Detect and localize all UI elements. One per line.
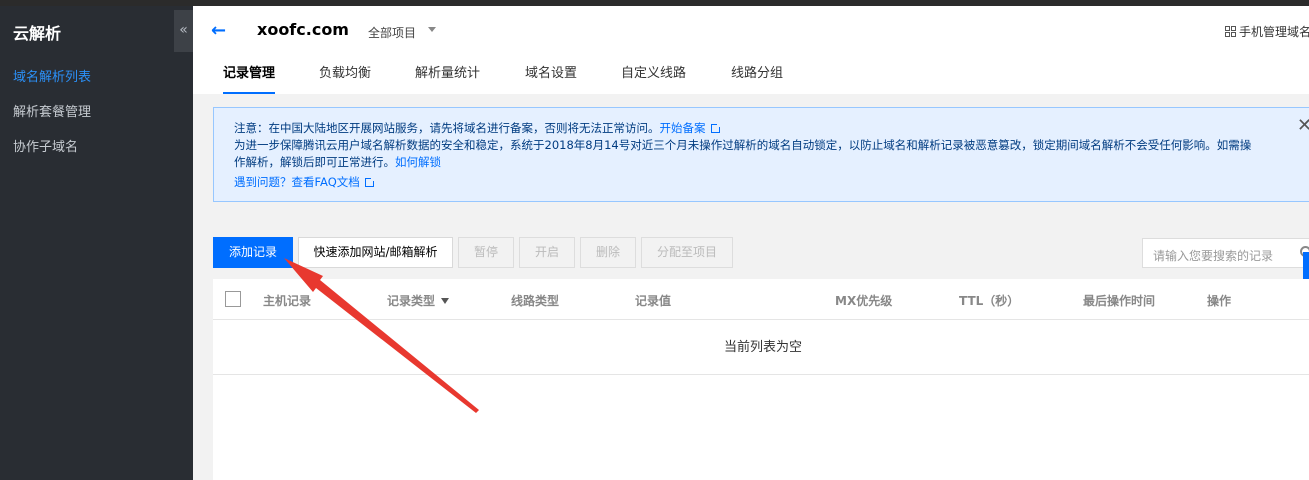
delete-button[interactable]: 删除 — [580, 237, 636, 268]
column-host-record: 主机记录 — [263, 294, 312, 308]
tab-line-groups[interactable]: 线路分组 — [731, 62, 783, 92]
tab-resolution-stats[interactable]: 解析量统计 — [415, 62, 480, 92]
column-mx-priority: MX优先级 — [835, 294, 893, 308]
notice-banner: 注意：在中国大陆地区开展网站服务，请先将域名进行备案，否则将无法正常访问。开始备… — [213, 107, 1309, 202]
column-record-value: 记录值 — [635, 294, 672, 308]
column-last-modified: 最后操作时间 — [1083, 294, 1156, 308]
search-input[interactable]: 请输入您要搜索的记录 — [1142, 238, 1309, 268]
records-table: 主机记录 记录类型 线路类型 记录值 MX优先级 TTL（秒） 最后操作时间 操… — [213, 279, 1309, 480]
notice-line-2: 为进一步保障腾讯云用户域名解析数据的安全和稳定，系统于2018年8月14号对近三… — [234, 138, 1252, 152]
sidebar-item-package-management[interactable]: 解析套餐管理 — [13, 101, 91, 120]
column-actions: 操作 — [1207, 294, 1232, 308]
tab-domain-settings[interactable]: 域名设置 — [525, 62, 577, 92]
page-header: ← xoofc.com 全部项目 手机管理域名 记录管理 负载均衡 解析量统计 … — [193, 6, 1309, 94]
column-record-type[interactable]: 记录类型 — [387, 292, 450, 309]
table-header: 主机记录 记录类型 线路类型 记录值 MX优先级 TTL（秒） 最后操作时间 操… — [213, 279, 1309, 320]
notice-text-icp: 注意：在中国大陆地区开展网站服务，请先将域名进行备案，否则将无法正常访问。 — [234, 121, 660, 135]
sidebar: 云解析 « 域名解析列表 解析套餐管理 协作子域名 — [0, 6, 193, 480]
select-all-checkbox[interactable] — [225, 291, 241, 307]
pause-button[interactable]: 暂停 — [458, 237, 514, 268]
start-filing-link[interactable]: 开始备案 — [660, 121, 706, 135]
project-select[interactable]: 全部项目 — [368, 24, 416, 41]
tab-record-management[interactable]: 记录管理 — [223, 62, 276, 94]
sidebar-title: 云解析 — [13, 24, 62, 43]
grid-icon — [1225, 26, 1236, 37]
add-record-button[interactable]: 添加记录 — [213, 237, 293, 268]
notice-line-1: 注意：在中国大陆地区开展网站服务，请先将域名进行备案，否则将无法正常访问。开始备… — [234, 120, 721, 136]
notice-text-unlock: 作解析，解锁后即可正常进行。 — [234, 155, 395, 169]
chevron-down-icon[interactable] — [428, 27, 436, 32]
assign-project-button[interactable]: 分配至项目 — [641, 237, 733, 268]
mobile-manage-link[interactable]: 手机管理域名 — [1225, 23, 1309, 40]
enable-button[interactable]: 开启 — [519, 237, 575, 268]
quick-add-button[interactable]: 快速添加网站/邮箱解析 — [298, 237, 453, 268]
domain-title: xoofc.com — [257, 20, 349, 39]
back-arrow-icon[interactable]: ← — [211, 20, 226, 41]
notice-line-3: 作解析，解锁后即可正常进行。如何解锁 — [234, 154, 441, 170]
tab-load-balancing[interactable]: 负载均衡 — [319, 62, 371, 92]
search-placeholder: 请输入您要搜索的记录 — [1153, 249, 1274, 263]
how-to-unlock-link[interactable]: 如何解锁 — [395, 155, 441, 169]
collapse-sidebar-icon[interactable]: « — [174, 10, 193, 52]
column-line-type: 线路类型 — [511, 294, 560, 308]
mobile-manage-label: 手机管理域名 — [1239, 25, 1309, 39]
sidebar-item-domain-list[interactable]: 域名解析列表 — [13, 66, 91, 85]
column-record-type-label: 记录类型 — [387, 294, 436, 308]
filter-icon[interactable] — [441, 298, 450, 304]
external-link-icon — [710, 123, 721, 133]
notice-line-4: 遇到问题？查看FAQ文档 — [234, 174, 375, 190]
external-link-icon — [364, 177, 375, 187]
sidebar-item-collab-subdomain[interactable]: 协作子域名 — [13, 136, 78, 155]
faq-link[interactable]: 遇到问题？查看FAQ文档 — [234, 175, 360, 189]
close-icon[interactable]: ✕ — [1297, 117, 1309, 135]
tab-custom-lines[interactable]: 自定义线路 — [621, 62, 686, 92]
empty-list-message: 当前列表为空 — [213, 320, 1309, 375]
column-ttl: TTL（秒） — [959, 294, 1020, 308]
